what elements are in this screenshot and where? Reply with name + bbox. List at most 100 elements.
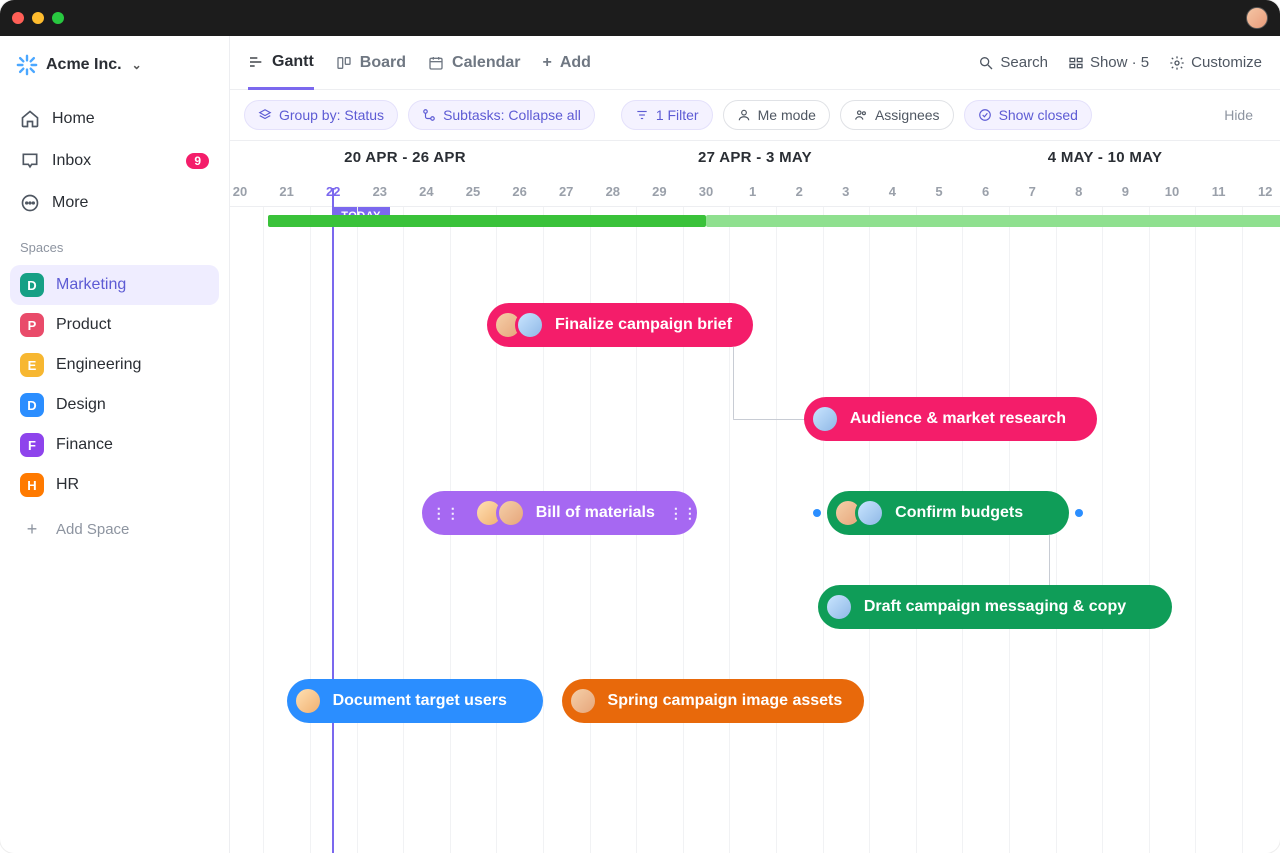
assignee-avatar — [293, 686, 323, 716]
task-bar[interactable]: Audience & market research — [804, 397, 1098, 441]
space-item-hr[interactable]: HHR — [10, 465, 219, 505]
view-tabs: Gantt Board Calendar + Add Se — [230, 36, 1280, 90]
nav-inbox[interactable]: Inbox 9 — [10, 142, 219, 180]
inbox-count-badge: 9 — [186, 153, 209, 169]
day-cell[interactable]: 9 — [1110, 175, 1140, 207]
task-label: Spring campaign image assets — [608, 692, 843, 710]
filter-bar: Group by: Status Subtasks: Collapse all … — [230, 90, 1280, 141]
day-cell[interactable]: 6 — [971, 175, 1001, 207]
plus-icon: + — [20, 519, 44, 540]
day-cell[interactable]: 26 — [505, 175, 535, 207]
chevron-down-icon: ⌄ — [132, 58, 142, 72]
filter-icon — [635, 108, 649, 122]
day-cell[interactable]: 5 — [924, 175, 954, 207]
gear-icon — [1169, 55, 1185, 71]
milestone-dot[interactable] — [813, 509, 821, 517]
task-label: Draft campaign messaging & copy — [864, 598, 1126, 616]
day-cell[interactable]: 30 — [691, 175, 721, 207]
filter-subtasks[interactable]: Subtasks: Collapse all — [408, 100, 595, 130]
space-badge-icon: D — [20, 393, 44, 417]
day-cell[interactable]: 3 — [831, 175, 861, 207]
nav-home[interactable]: Home — [10, 100, 219, 138]
current-user-avatar[interactable] — [1246, 7, 1268, 29]
nav-more[interactable]: More — [10, 184, 219, 222]
filter-hide[interactable]: Hide — [1211, 101, 1266, 129]
day-cell[interactable]: 12 — [1250, 175, 1280, 207]
task-label: Document target users — [333, 692, 507, 710]
filter-assignees[interactable]: Assignees — [840, 100, 954, 130]
workspace-name: Acme Inc. — [46, 56, 122, 74]
tab-calendar[interactable]: Calendar — [428, 38, 520, 88]
subtask-icon — [422, 108, 436, 122]
task-bar[interactable]: Document target users — [287, 679, 543, 723]
sidebar-section-spaces: Spaces — [10, 226, 219, 261]
task-label: Confirm budgets — [895, 504, 1023, 522]
day-cell[interactable]: 8 — [1064, 175, 1094, 207]
more-icon — [20, 193, 40, 213]
day-cell[interactable]: 11 — [1204, 175, 1234, 207]
day-cell[interactable]: 21 — [272, 175, 302, 207]
tab-gantt[interactable]: Gantt — [248, 37, 314, 90]
space-badge-icon: E — [20, 353, 44, 377]
zoom-window-button[interactable] — [52, 12, 64, 24]
people-icon — [854, 108, 868, 122]
summary-bar[interactable] — [706, 215, 1280, 227]
gantt-icon — [248, 54, 264, 70]
filter-show-closed[interactable]: Show closed — [964, 100, 1092, 130]
check-circle-icon — [978, 108, 992, 122]
sidebar: Acme Inc. ⌄ Home Inbox 9 More Spaces DMa… — [0, 36, 230, 853]
space-badge-icon: F — [20, 433, 44, 457]
person-icon — [737, 108, 751, 122]
day-cell[interactable]: 28 — [598, 175, 628, 207]
day-cell[interactable]: 1 — [738, 175, 768, 207]
customize-button[interactable]: Customize — [1169, 54, 1262, 71]
tab-board[interactable]: Board — [336, 38, 406, 88]
week-label: 4 MAY - 10 MAY — [930, 141, 1280, 175]
inbox-icon — [20, 151, 40, 171]
task-bar[interactable]: Spring campaign image assets — [562, 679, 865, 723]
drag-handle-icon[interactable]: ⋮⋮ — [665, 505, 701, 522]
search-icon — [978, 55, 994, 71]
filter-count[interactable]: 1 Filter — [621, 100, 713, 130]
show-button[interactable]: Show · 5 — [1068, 54, 1149, 71]
drag-handle-icon[interactable]: ⋮⋮ — [428, 505, 464, 522]
space-item-engineering[interactable]: EEngineering — [10, 345, 219, 385]
day-cell[interactable]: 20 — [230, 175, 255, 207]
task-bar[interactable]: Confirm budgets — [827, 491, 1069, 535]
day-cell[interactable]: 24 — [411, 175, 441, 207]
week-label: 20 APR - 26 APR — [230, 141, 580, 175]
plus-icon: + — [542, 54, 551, 72]
task-label: Bill of materials — [536, 504, 655, 522]
day-cell[interactable]: 23 — [365, 175, 395, 207]
main-area: Gantt Board Calendar + Add Se — [230, 36, 1280, 853]
space-item-finance[interactable]: FFinance — [10, 425, 219, 465]
gantt-timeline[interactable]: 20 APR - 26 APR27 APR - 3 MAY4 MAY - 10 … — [230, 141, 1280, 853]
filter-me-mode[interactable]: Me mode — [723, 100, 830, 130]
day-cell[interactable]: 29 — [644, 175, 674, 207]
day-cell[interactable]: 25 — [458, 175, 488, 207]
day-cell[interactable]: 10 — [1157, 175, 1187, 207]
task-bar[interactable]: Finalize campaign brief — [487, 303, 753, 347]
milestone-dot[interactable] — [1075, 509, 1083, 517]
space-item-product[interactable]: PProduct — [10, 305, 219, 345]
task-label: Audience & market research — [850, 410, 1066, 428]
summary-bar[interactable] — [268, 215, 706, 227]
task-label: Finalize campaign brief — [555, 316, 732, 334]
space-item-marketing[interactable]: DMarketing — [10, 265, 219, 305]
minimize-window-button[interactable] — [32, 12, 44, 24]
assignee-avatar — [824, 592, 854, 622]
close-window-button[interactable] — [12, 12, 24, 24]
day-cell[interactable]: 2 — [784, 175, 814, 207]
filter-group-by[interactable]: Group by: Status — [244, 100, 398, 130]
add-space-button[interactable]: + Add Space — [10, 509, 219, 550]
space-badge-icon: D — [20, 273, 44, 297]
task-bar[interactable]: Draft campaign messaging & copy — [818, 585, 1172, 629]
day-cell[interactable]: 27 — [551, 175, 581, 207]
space-item-design[interactable]: DDesign — [10, 385, 219, 425]
search-button[interactable]: Search — [978, 54, 1048, 71]
day-cell[interactable]: 7 — [1017, 175, 1047, 207]
workspace-switcher[interactable]: Acme Inc. ⌄ — [10, 48, 219, 82]
task-bar[interactable]: ⋮⋮Bill of materials⋮⋮ — [422, 491, 697, 535]
tab-add-view[interactable]: + Add — [542, 38, 590, 88]
day-cell[interactable]: 4 — [877, 175, 907, 207]
